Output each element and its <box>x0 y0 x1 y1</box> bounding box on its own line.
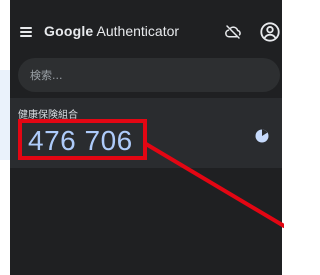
background-strip <box>0 70 10 160</box>
menu-line <box>20 31 32 33</box>
top-app-bar: Google Authenticator <box>10 0 282 58</box>
menu-line <box>20 35 32 37</box>
screenshot-frame: Google Authenticator 検索... 健康保険組合 476 70… <box>0 0 284 275</box>
verification-code[interactable]: 476 706 <box>28 125 133 157</box>
app-title: Google Authenticator <box>44 23 179 39</box>
account-entry[interactable]: 健康保険組合 476 706 <box>10 98 282 168</box>
search-bar[interactable] <box>18 58 280 92</box>
cloud-off-icon-svg <box>225 25 241 39</box>
search-input[interactable] <box>18 58 280 92</box>
menu-line <box>20 27 32 29</box>
cloud-off-icon[interactable] <box>224 23 242 41</box>
authenticator-app: Google Authenticator 検索... 健康保険組合 476 70… <box>10 0 282 275</box>
code-highlight-box: 476 706 <box>18 119 147 160</box>
app-title-brand: Google <box>44 23 94 39</box>
app-title-product: Authenticator <box>96 23 180 39</box>
account-icon[interactable] <box>259 21 281 43</box>
timer-icon <box>255 128 269 143</box>
timer-icon-svg <box>255 129 269 143</box>
account-icon-svg <box>260 22 280 42</box>
menu-icon[interactable] <box>20 27 32 37</box>
